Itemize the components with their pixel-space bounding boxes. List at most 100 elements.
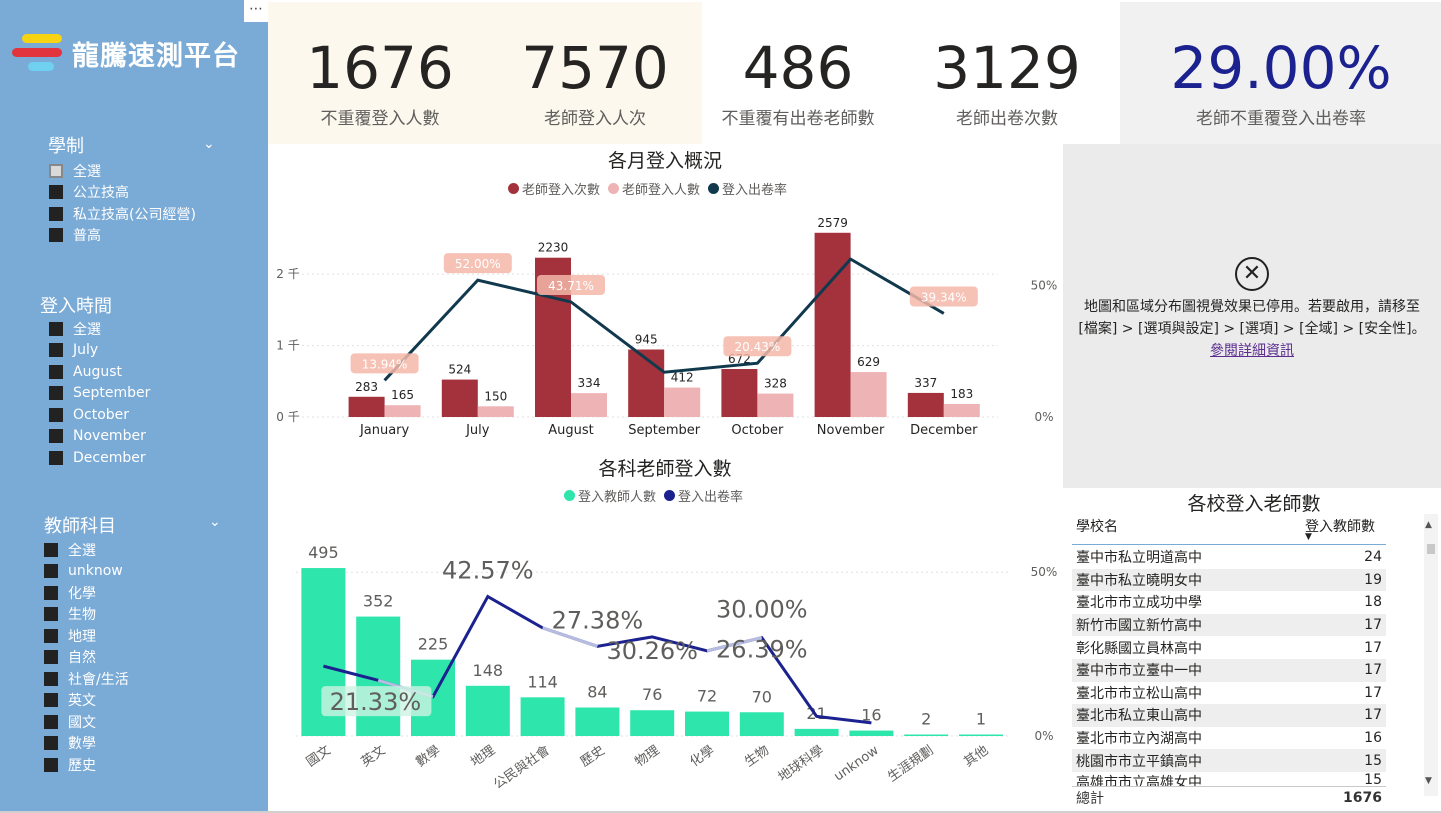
checkbox[interactable] — [44, 714, 58, 729]
slicer-option[interactable]: September — [49, 383, 150, 404]
checkbox[interactable] — [44, 650, 58, 664]
checkbox[interactable] — [49, 206, 63, 221]
slicer-option[interactable]: 生物 — [44, 604, 96, 625]
checkbox[interactable] — [49, 386, 63, 400]
data-label: 352 — [363, 592, 394, 611]
checkbox[interactable] — [44, 585, 58, 600]
slicer-option[interactable]: 公立技高 — [49, 182, 129, 203]
table-row[interactable]: 臺中市市立臺中一中 17 — [1072, 659, 1386, 682]
slicer-option-label: 歷史 — [68, 757, 96, 774]
slicer-option-label: 地理 — [68, 628, 96, 645]
slicer-option-label: July — [73, 342, 99, 358]
kpi-value: 29.00% — [1170, 34, 1392, 102]
slicer-option[interactable]: 數學 — [44, 733, 96, 754]
school-name-cell: 高雄市市立高雄女中 — [1076, 775, 1202, 786]
column-header-teachers[interactable]: 登入教師數 — [1305, 516, 1375, 536]
bar-login-count — [721, 369, 758, 417]
checkbox[interactable] — [44, 693, 58, 707]
data-label: 114 — [527, 672, 558, 691]
checkbox[interactable] — [44, 671, 58, 686]
checkbox[interactable] — [49, 429, 63, 443]
sort-desc-icon[interactable]: ▼ — [1305, 532, 1312, 542]
data-label: 629 — [857, 355, 880, 369]
data-label: 76 — [642, 685, 662, 704]
school-name-cell: 臺北市市立成功中學 — [1076, 595, 1202, 612]
bar-teacher-count — [959, 734, 1003, 736]
slicer-option[interactable]: August — [49, 361, 122, 382]
table-row[interactable]: 臺北市市立松山高中 17 — [1072, 682, 1386, 705]
slicer-option[interactable]: December — [49, 447, 146, 468]
table-row[interactable]: 高雄市市立高雄女中 15 — [1072, 772, 1386, 786]
bar-teacher-count — [685, 711, 729, 736]
kpi-value: 3129 — [933, 34, 1081, 102]
table-row[interactable]: 臺北市私立東山高中 17 — [1072, 704, 1386, 727]
slicer-option[interactable]: 社會/生活 — [44, 668, 129, 689]
x-tick-label: 國文 — [304, 743, 334, 770]
filter-sidebar: 龍騰速測平台 學制 ⌄ 全選 公立技高 私立技高(公司經營) 普高 登入時間 全選 Ju… — [0, 0, 268, 813]
more-options-icon[interactable]: ⋯ — [244, 0, 268, 22]
teacher-count-cell: 17 — [1364, 684, 1382, 701]
bar-login-users — [757, 393, 794, 417]
table-row[interactable]: 臺北市市立成功中學 18 — [1072, 591, 1386, 614]
chevron-down-icon[interactable]: ⌄ — [203, 136, 215, 152]
slicer-option[interactable]: unknow — [44, 561, 123, 582]
slicer-option[interactable]: November — [49, 426, 146, 447]
scroll-up-icon[interactable]: ▲ — [1425, 520, 1432, 530]
slicer-option-label: 自然 — [68, 650, 96, 666]
legend-marker — [508, 183, 519, 194]
slicer-option[interactable]: 全選 — [44, 539, 96, 560]
checkbox[interactable] — [49, 185, 63, 199]
checkbox[interactable] — [44, 757, 58, 772]
login-time-slicer-title: 登入時間 — [40, 296, 112, 317]
slicer-option-label: 私立技高(公司經營) — [73, 206, 196, 223]
slicer-option[interactable]: 私立技高(公司經營) — [49, 203, 196, 224]
slicer-option-label: August — [73, 363, 122, 380]
checkbox[interactable] — [49, 321, 63, 336]
slicer-option[interactable]: 地理 — [44, 625, 96, 646]
checkbox[interactable] — [49, 343, 63, 357]
slicer-option[interactable]: 普高 — [49, 225, 101, 246]
table-row[interactable]: 新竹市國立新竹高中 17 — [1072, 613, 1386, 637]
checkbox[interactable] — [44, 628, 58, 643]
legend-label: 老師登入次數 — [522, 183, 601, 198]
table-row[interactable]: 臺中市私立曉明女中 19 — [1072, 568, 1386, 592]
school-name-cell: 臺北市市立松山高中 — [1076, 685, 1202, 702]
slicer-option-label: October — [73, 406, 130, 423]
slicer-option[interactable]: 國文 — [44, 711, 96, 732]
checkbox[interactable] — [44, 607, 58, 621]
total-label: 總計 — [1076, 790, 1104, 807]
bar-login-count — [814, 232, 851, 417]
scroll-down-icon[interactable]: ▼ — [1425, 776, 1432, 786]
slicer-option[interactable]: July — [49, 340, 98, 361]
checkbox[interactable] — [49, 364, 63, 379]
see-details-link[interactable]: 參閱詳細資訊 — [1210, 343, 1294, 359]
scrollbar-thumb[interactable] — [1427, 544, 1435, 554]
slicer-option[interactable]: 歷史 — [44, 754, 96, 775]
teacher-count-cell: 15 — [1364, 772, 1382, 786]
slicer-option[interactable]: October — [49, 404, 129, 425]
table-scrollbar[interactable] — [1424, 514, 1438, 796]
subject-chart-title: 各科老師登入數 — [598, 458, 732, 480]
checkbox[interactable] — [49, 163, 63, 178]
table-row[interactable]: 臺中市私立明道高中 24 — [1072, 546, 1386, 569]
table-row[interactable]: 桃園市市立平鎮高中 15 — [1072, 749, 1386, 772]
slicer-option[interactable]: 化學 — [44, 582, 96, 603]
data-label: 148 — [473, 661, 504, 680]
slicer-option[interactable]: 全選 — [49, 318, 101, 339]
table-row[interactable]: 臺北市市立內湖高中 16 — [1072, 727, 1386, 750]
chevron-down-icon[interactable]: ⌄ — [209, 514, 221, 530]
checkbox[interactable] — [49, 228, 63, 242]
checkbox[interactable] — [49, 407, 63, 422]
slicer-option[interactable]: 英文 — [44, 690, 96, 711]
checkbox[interactable] — [49, 450, 63, 465]
column-header-school[interactable]: 學校名 — [1076, 516, 1118, 536]
slicer-option[interactable]: 全選 — [49, 160, 101, 181]
checkbox[interactable] — [44, 564, 58, 578]
x-tick-label: November — [817, 423, 885, 438]
checkbox[interactable] — [44, 736, 58, 750]
slicer-option-label: 生物 — [68, 607, 96, 623]
slicer-option[interactable]: 自然 — [44, 647, 96, 668]
rate-label: 52.00% — [455, 257, 501, 271]
checkbox[interactable] — [44, 542, 58, 557]
table-row[interactable]: 彰化縣國立員林高中 17 — [1072, 636, 1386, 659]
